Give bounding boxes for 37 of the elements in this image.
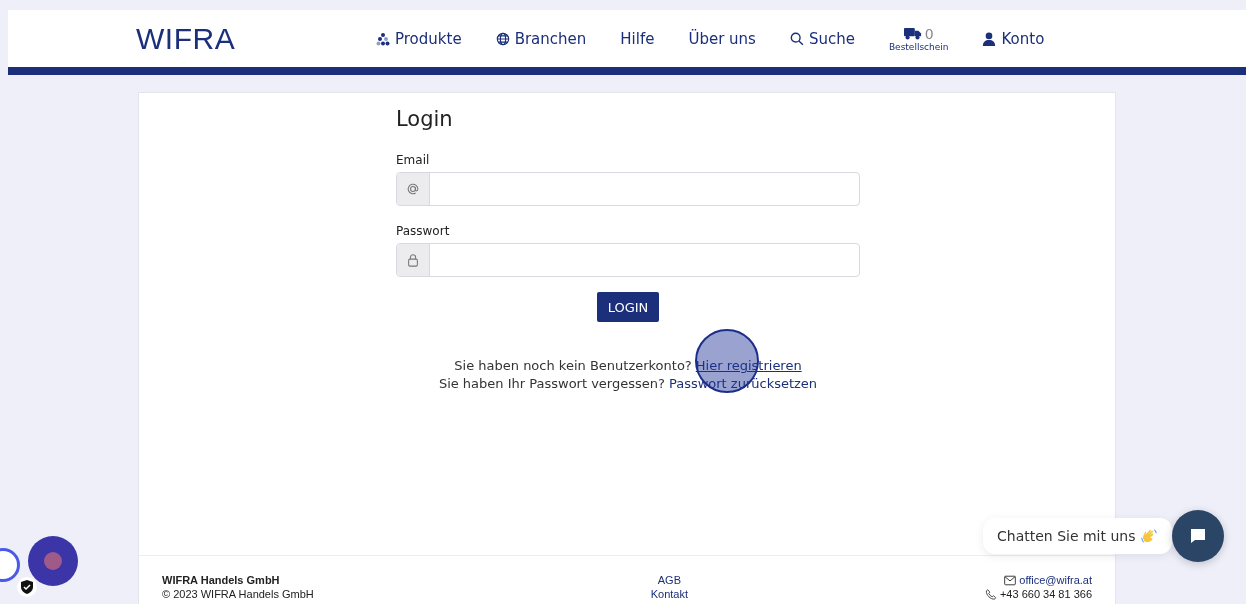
truck-icon [903,27,922,40]
field-label: Email [396,153,431,167]
user-icon [982,31,997,46]
nav-link[interactable]: Suche [789,29,855,48]
order-link[interactable]: 0 Bestellschein [888,25,949,52]
login-title: Login [396,107,454,131]
chat-button[interactable] [1172,510,1224,562]
search-icon [789,31,804,46]
email-link[interactable]: office@wifra.at [1019,574,1092,586]
waving-hand-icon [1139,527,1158,545]
login-button[interactable]: LOGIN [596,292,660,322]
lock-icon [406,253,420,267]
mail-icon [1004,574,1017,586]
shield-icon[interactable] [17,577,37,597]
chat-prompt[interactable]: Chatten Sie mit uns [983,518,1172,554]
at-icon [406,182,420,196]
account-link[interactable]: Konto [982,29,1045,48]
dots-icon [376,31,390,46]
field-label: Passwort [396,224,451,238]
accessibility-button[interactable] [28,536,78,586]
copyright-text: © 2023 WIFRA Handels GmbH [162,588,314,600]
nav-link[interactable]: Branchen [495,29,587,48]
globe-icon [495,31,510,46]
logo[interactable]: WIFRA [136,21,376,56]
chat-icon [1188,526,1208,546]
nav-link[interactable]: Produkte [376,29,462,48]
input-field[interactable] [396,243,860,277]
input-field[interactable] [396,172,860,206]
phone-icon [984,588,997,600]
footer-link[interactable]: AGB [657,574,681,586]
nav-link[interactable]: Hilfe [620,29,655,48]
company-name: WIFRA Handels GmbH [162,574,281,586]
prompt-text: Sie haben noch kein Benutzerkonto? [454,358,692,373]
footer-link[interactable]: Kontakt [650,588,688,600]
nav-link[interactable]: Über uns [688,29,756,48]
prompt-text: Sie haben Ihr Passwort vergessen? [438,376,665,391]
phone-text: +43 660 34 81 366 [999,588,1092,600]
